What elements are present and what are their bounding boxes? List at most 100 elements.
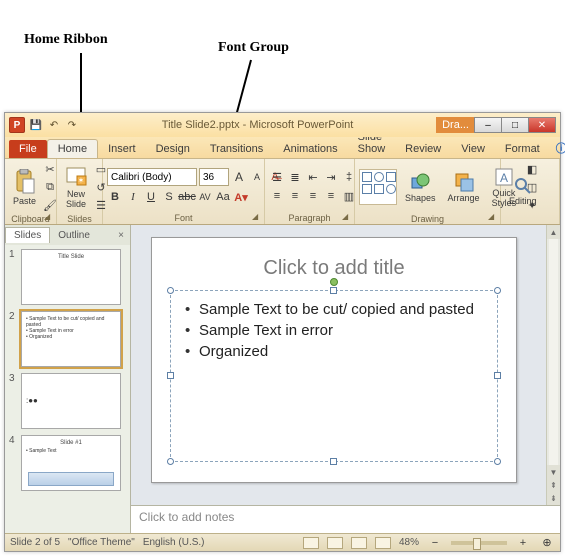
slide-editor[interactable]: Click to add title Sample Text to be cut… (131, 225, 560, 505)
titlebar: P 💾 ↶ ↷ Title Slide2.pptx - Microsoft Po… (5, 113, 560, 137)
thumb-num: 1 (9, 249, 17, 260)
bullet-item[interactable]: Sample Text in error (183, 320, 485, 341)
zoom-level[interactable]: 48% (399, 537, 419, 548)
italic-button[interactable]: I (125, 189, 141, 205)
drawing-label: Drawing (359, 213, 496, 225)
app-icon: P (9, 117, 25, 133)
editing-group-label (505, 222, 555, 224)
fit-to-window-button[interactable]: ⊕ (539, 535, 555, 551)
bold-button[interactable]: B (107, 189, 123, 205)
pane-tab-slides[interactable]: Slides (5, 227, 50, 243)
close-button[interactable]: ✕ (528, 117, 556, 133)
underline-button[interactable]: U (143, 189, 159, 205)
sorter-view-button[interactable] (327, 537, 343, 549)
align-center-button[interactable]: ≡ (287, 188, 303, 204)
next-slide-icon[interactable]: ⇟ (547, 491, 560, 505)
zoom-in-button[interactable]: + (515, 535, 531, 551)
slideshow-view-button[interactable] (375, 537, 391, 549)
align-left-button[interactable]: ≡ (269, 188, 285, 204)
align-right-button[interactable]: ≡ (305, 188, 321, 204)
qat-save-icon[interactable]: 💾 (29, 118, 43, 132)
strike-button[interactable]: abc (179, 189, 195, 205)
annotation-home-ribbon: Home Ribbon (24, 32, 108, 48)
prev-slide-icon[interactable]: ⇞ (547, 478, 560, 492)
shape-gallery[interactable] (359, 169, 397, 205)
pane-tab-outline[interactable]: Outline (50, 228, 98, 243)
group-drawing: Shapes Arrange A Quick Styles ◧ ◫ ✦ Draw… (355, 159, 501, 224)
clipboard-launcher[interactable]: ◢ (44, 212, 54, 222)
vertical-scrollbar[interactable]: ▲ ▼ ⇞ ⇟ (546, 225, 560, 505)
paragraph-launcher[interactable]: ◢ (342, 212, 352, 222)
tab-format[interactable]: Format (495, 140, 550, 158)
window-title: Title Slide2.pptx - Microsoft PowerPoint (79, 119, 436, 131)
new-slide-button[interactable]: ✶ New Slide (61, 164, 91, 211)
reading-view-button[interactable] (351, 537, 367, 549)
group-clipboard: Paste ✂ ⧉ 🖌 Clipboard ◢ (5, 159, 57, 224)
thumbnail-2[interactable]: 2 • Sample Text to be cut/ copied and pa… (9, 311, 126, 367)
slides-label: Slides (61, 213, 98, 225)
thumbnail-4[interactable]: 4 Slide #1 • Sample Text (9, 435, 126, 491)
drawing-launcher[interactable]: ◢ (488, 212, 498, 222)
bullet-item[interactable]: Sample Text to be cut/ copied and pasted (183, 299, 485, 320)
tab-design[interactable]: Design (146, 140, 200, 158)
thumb-title: Slide #1 (26, 440, 116, 446)
shadow-button[interactable]: S (161, 189, 177, 205)
pane-close-icon[interactable]: × (112, 230, 130, 241)
zoom-out-button[interactable]: − (427, 535, 443, 551)
tab-insert[interactable]: Insert (98, 140, 146, 158)
minimize-button[interactable]: – (474, 117, 502, 133)
scroll-up-icon[interactable]: ▲ (547, 225, 560, 239)
slide-canvas[interactable]: Click to add title Sample Text to be cut… (151, 237, 517, 483)
content-placeholder[interactable]: Sample Text to be cut/ copied and pasted… (170, 290, 498, 462)
dec-indent-button[interactable]: ⇤ (305, 169, 321, 185)
annotation-font-group: Font Group (218, 40, 289, 56)
status-slide-count: Slide 2 of 5 (10, 537, 60, 548)
numbering-button[interactable]: ≣ (287, 169, 303, 185)
slides-pane: Slides Outline × 1 Title Slide 2 • Sampl… (5, 225, 131, 533)
powerpoint-window: P 💾 ↶ ↷ Title Slide2.pptx - Microsoft Po… (4, 112, 561, 552)
help-icon[interactable]: ⓘ (550, 138, 565, 158)
normal-view-button[interactable] (303, 537, 319, 549)
tab-transitions[interactable]: Transitions (200, 140, 273, 158)
grow-font-button[interactable]: A (231, 169, 247, 185)
tab-animations[interactable]: Animations (273, 140, 347, 158)
arrange-button[interactable]: Arrange (444, 170, 484, 205)
font-launcher[interactable]: ◢ (252, 212, 262, 222)
editing-button[interactable]: Editing (505, 175, 541, 208)
thumbnail-3[interactable]: 3 :●● (9, 373, 126, 429)
shapes-button[interactable]: Shapes (401, 170, 440, 205)
thumb-num: 3 (9, 373, 17, 384)
paste-button[interactable]: Paste (9, 167, 40, 208)
tab-file[interactable]: File (9, 140, 47, 158)
spacing-button[interactable]: AV (197, 189, 213, 205)
status-language[interactable]: English (U.S.) (143, 537, 205, 548)
font-size-input[interactable] (199, 168, 229, 186)
inc-indent-button[interactable]: ⇥ (323, 169, 339, 185)
paste-icon (14, 169, 36, 195)
font-name-input[interactable] (107, 168, 197, 186)
cut-icon[interactable]: ✂ (42, 161, 58, 177)
thumbnail-1[interactable]: 1 Title Slide (9, 249, 126, 305)
bullet-item[interactable]: Organized (183, 341, 485, 362)
new-slide-icon: ✶ (65, 166, 87, 188)
case-button[interactable]: Aa (215, 189, 231, 205)
font-color-button[interactable]: A▾ (233, 189, 249, 205)
tab-home[interactable]: Home (47, 139, 98, 158)
tab-view[interactable]: View (451, 140, 495, 158)
format-painter-icon[interactable]: 🖌 (42, 197, 58, 213)
rotate-handle[interactable] (330, 278, 338, 286)
qat-redo-icon[interactable]: ↷ (65, 118, 79, 132)
scroll-down-icon[interactable]: ▼ (547, 465, 560, 479)
bullets-button[interactable]: ☰ (269, 169, 285, 185)
zoom-slider[interactable] (451, 541, 507, 545)
tab-review[interactable]: Review (395, 140, 451, 158)
justify-button[interactable]: ≡ (323, 188, 339, 204)
maximize-button[interactable]: □ (501, 117, 529, 133)
shrink-font-button[interactable]: A (249, 169, 265, 185)
workspace: Slides Outline × 1 Title Slide 2 • Sampl… (5, 225, 560, 533)
copy-icon[interactable]: ⧉ (42, 179, 58, 195)
qat-undo-icon[interactable]: ↶ (47, 118, 61, 132)
find-icon (514, 177, 532, 195)
notes-pane[interactable]: Click to add notes (131, 505, 560, 533)
thumb-num: 2 (9, 311, 17, 322)
